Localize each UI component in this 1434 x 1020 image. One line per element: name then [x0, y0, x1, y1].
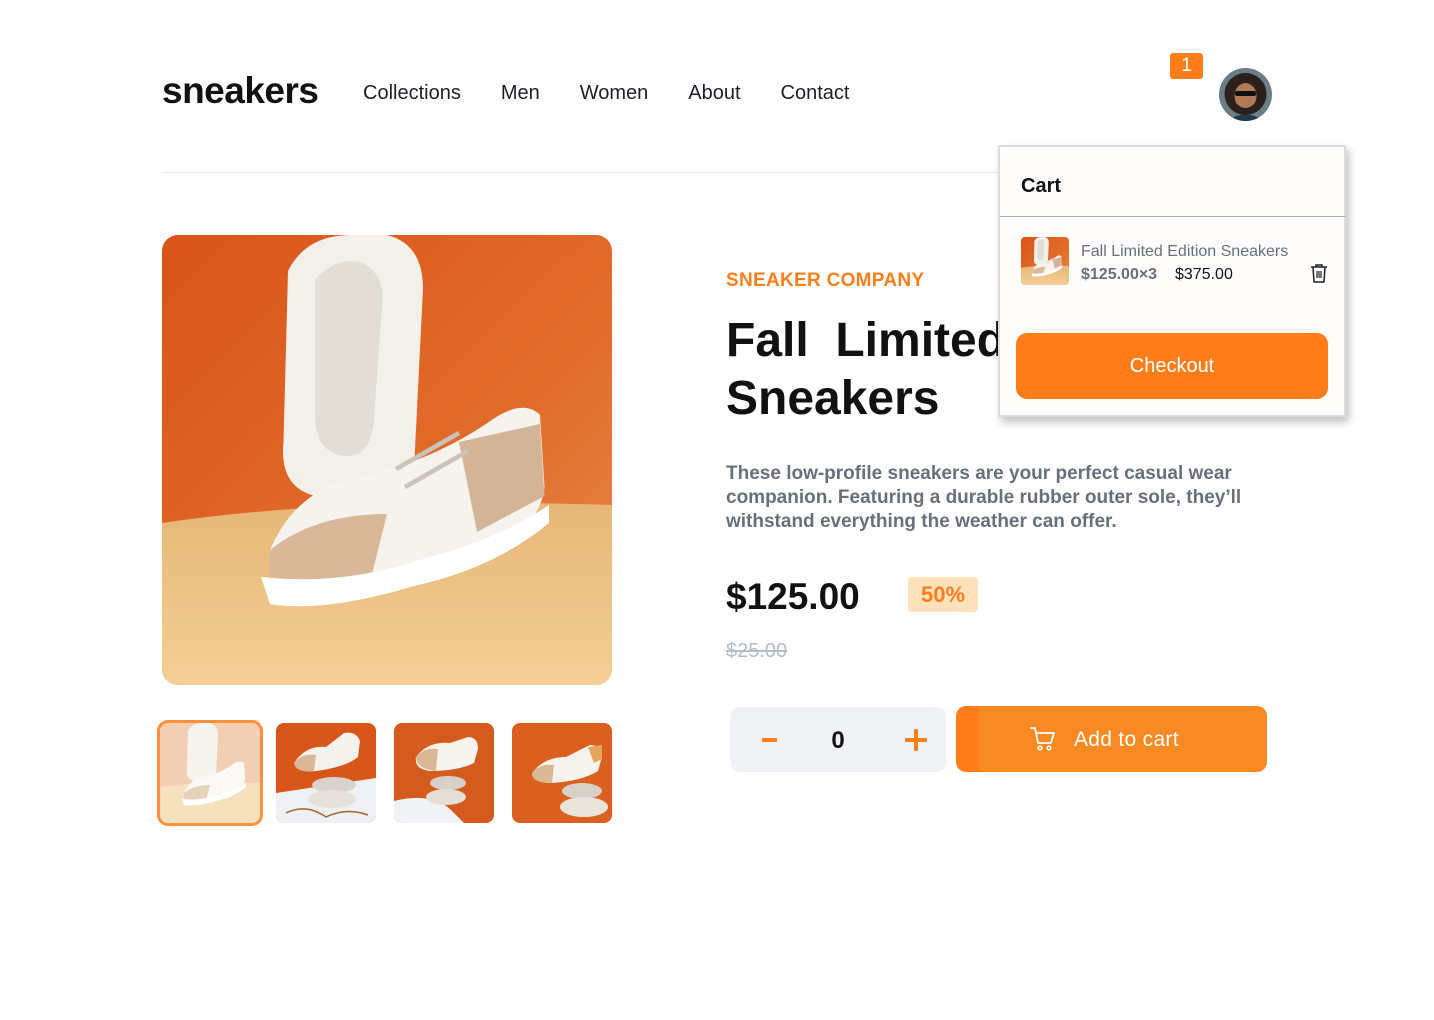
product-title-line-1: Fall Limited [726, 314, 1007, 367]
cart-title: Cart [1021, 175, 1062, 197]
delete-icon[interactable] [1310, 263, 1328, 283]
thumbnail-3[interactable] [394, 723, 494, 823]
nav-link-contact[interactable]: Contact [781, 82, 850, 105]
sneaker-image-icon [162, 235, 612, 685]
discount-badge: 50% [908, 577, 978, 612]
cart-item-unit-price: $125.00×3 [1081, 266, 1158, 283]
avatar-icon [1219, 68, 1272, 121]
increase-quantity-button[interactable] [886, 707, 946, 772]
cart-item-thumbnail [1021, 237, 1069, 285]
current-price: $125.00 [726, 576, 860, 617]
quantity-stepper: 0 [730, 707, 946, 772]
company-name: SNEAKER COMPANY [726, 270, 925, 291]
cart-icon [1030, 727, 1055, 751]
cart-item-total: $375.00 [1175, 266, 1233, 283]
user-avatar[interactable] [1219, 68, 1272, 121]
sneaker-thumbnail-icon [512, 723, 612, 823]
thumbnail-1[interactable] [157, 720, 263, 826]
main-nav: Collections Men Women About Contact [363, 82, 889, 105]
sneaker-thumbnail-icon [394, 723, 494, 823]
thumbnail-4[interactable] [512, 723, 612, 823]
add-to-cart-button[interactable]: Add to cart [956, 706, 1267, 772]
checkout-button[interactable]: Checkout [1016, 333, 1328, 399]
product-title-line-2: Sneakers [726, 372, 940, 425]
original-price: $25.00 [726, 640, 788, 662]
sneaker-image-icon [1021, 237, 1069, 285]
nav-link-men[interactable]: Men [501, 82, 540, 105]
cart-item-name: Fall Limited Edition Sneakers [1081, 243, 1289, 260]
sneaker-thumbnail-icon [160, 723, 260, 823]
cart-popover: Cart Fall Limited Edition Sneakers $125.… [998, 145, 1346, 417]
brand-logo[interactable]: sneakers [162, 70, 319, 112]
product-main-image[interactable] [162, 235, 612, 685]
cart-count-badge[interactable]: 1 [1170, 53, 1203, 79]
nav-link-women[interactable]: Women [580, 82, 649, 105]
add-to-cart-label: Add to cart [1074, 728, 1179, 751]
cart-divider [1000, 216, 1346, 217]
sneaker-thumbnail-icon [276, 723, 376, 823]
nav-link-about[interactable]: About [688, 82, 740, 105]
nav-link-collections[interactable]: Collections [363, 82, 461, 105]
thumbnail-2[interactable] [276, 723, 376, 823]
product-description: These low-profile sneakers are your perf… [726, 463, 1242, 532]
